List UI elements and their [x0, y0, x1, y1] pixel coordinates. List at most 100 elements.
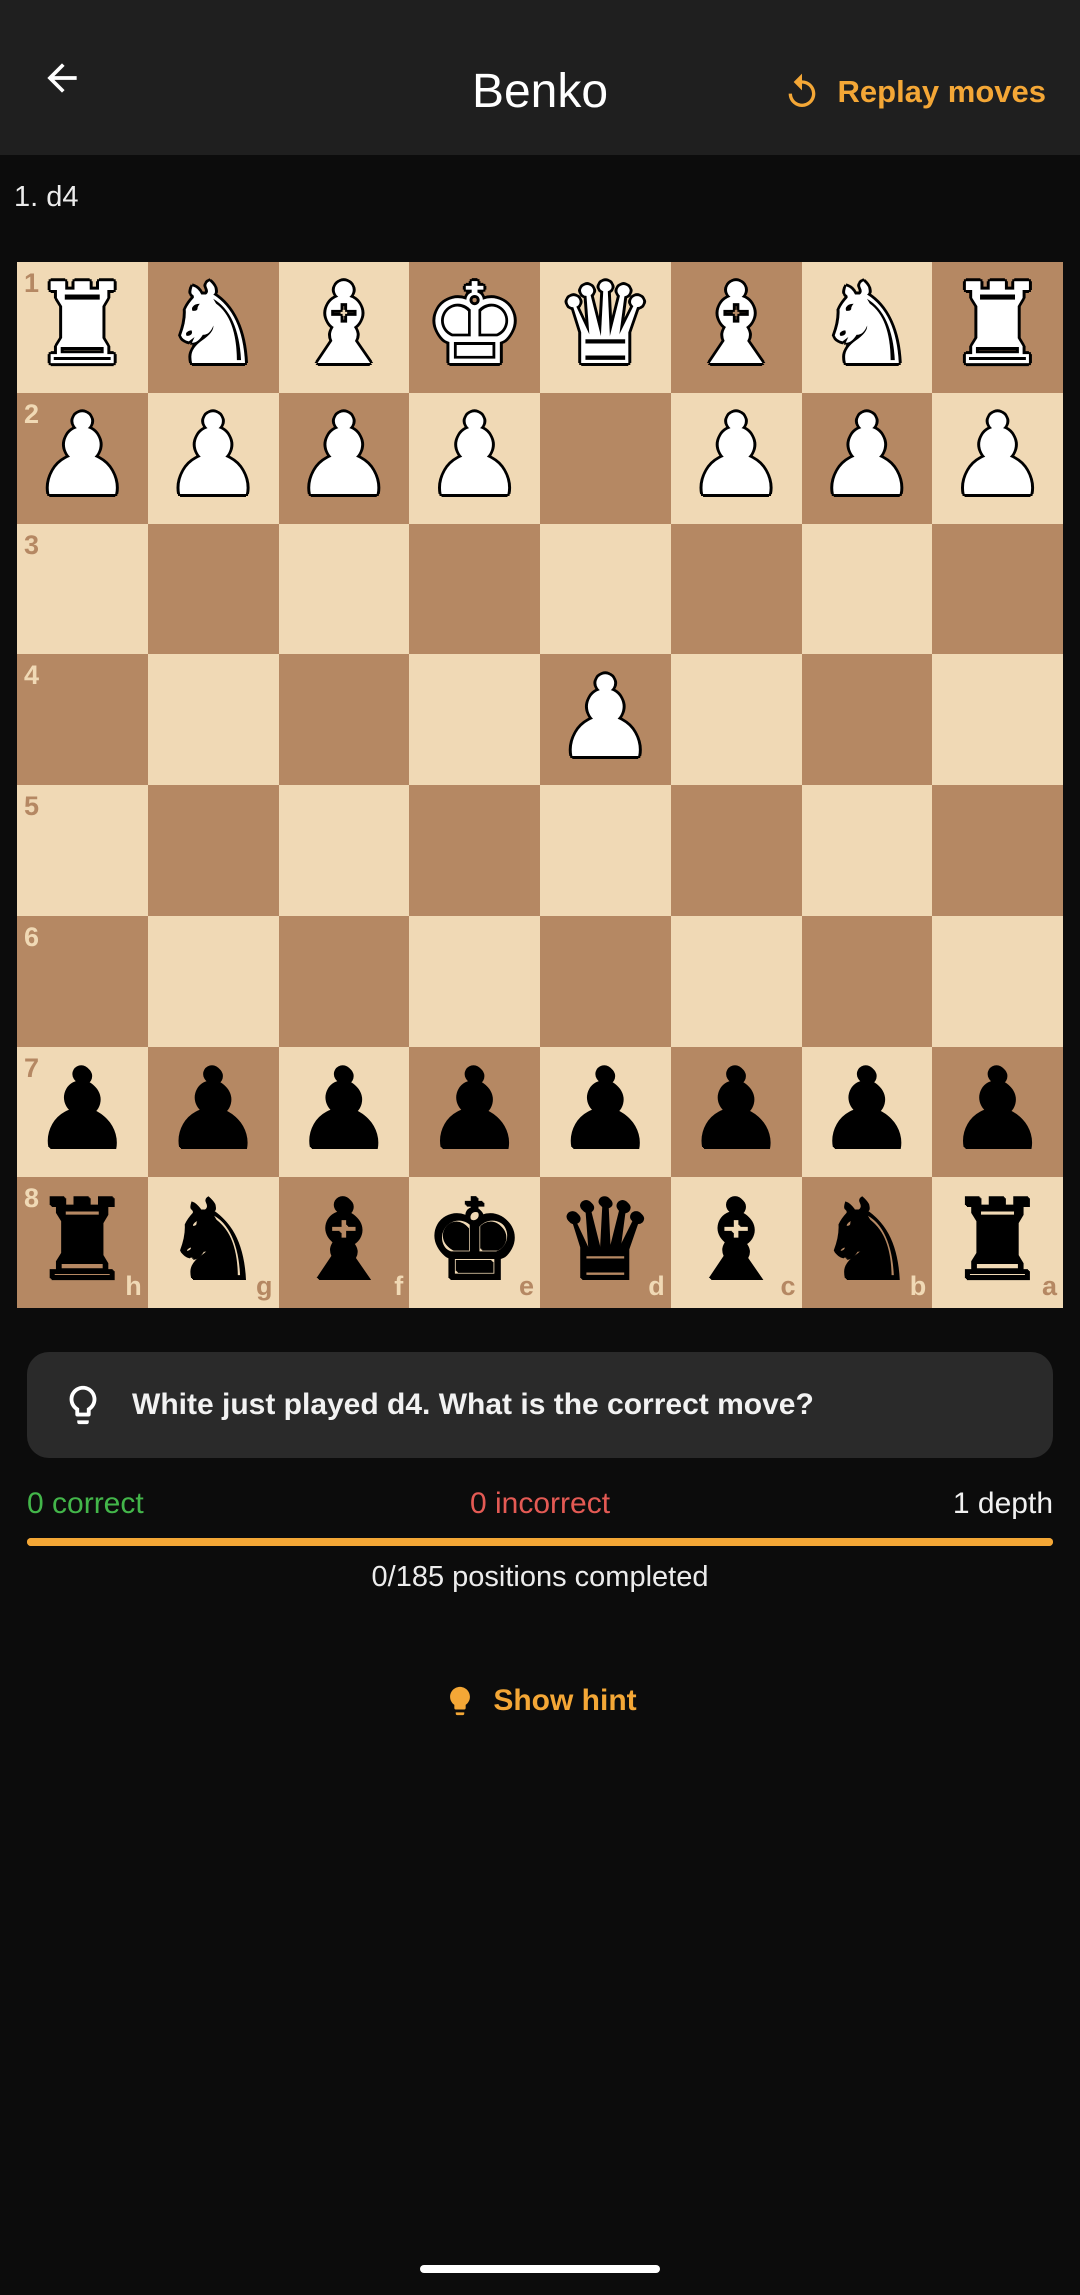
- square-d4[interactable]: ♟: [540, 654, 671, 785]
- white-pawn-piece[interactable]: ♟: [294, 400, 394, 512]
- square-b2[interactable]: ♟: [801, 392, 933, 524]
- white-king-piece[interactable]: ♚: [424, 269, 524, 381]
- black-knight-piece[interactable]: ♞: [163, 1185, 263, 1297]
- white-pawn-piece[interactable]: ♟: [817, 400, 917, 512]
- square-a7[interactable]: ♟: [932, 1046, 1063, 1178]
- square-c3[interactable]: [670, 523, 802, 655]
- square-d8[interactable]: d ♛: [540, 1177, 671, 1308]
- square-h2[interactable]: 2 ♟: [17, 392, 148, 524]
- square-f7[interactable]: ♟: [278, 1046, 410, 1178]
- square-b7[interactable]: ♟: [801, 1046, 933, 1178]
- black-queen-piece[interactable]: ♛: [555, 1185, 655, 1297]
- square-a5[interactable]: [932, 785, 1063, 916]
- square-b3[interactable]: [801, 523, 933, 655]
- square-c4[interactable]: [670, 654, 802, 785]
- square-d1[interactable]: ♛: [540, 262, 671, 393]
- square-h3[interactable]: 3: [17, 523, 148, 655]
- square-a4[interactable]: [932, 654, 1063, 785]
- show-hint-button[interactable]: Show hint: [0, 1677, 1080, 1725]
- square-c6[interactable]: [670, 915, 802, 1047]
- black-king-piece[interactable]: ♚: [424, 1185, 524, 1297]
- square-e7[interactable]: ♟: [409, 1046, 540, 1178]
- white-pawn-piece[interactable]: ♟: [686, 400, 786, 512]
- square-g2[interactable]: ♟: [147, 392, 279, 524]
- square-h6[interactable]: 6: [17, 915, 148, 1047]
- black-pawn-piece[interactable]: ♟: [686, 1054, 786, 1166]
- square-c8[interactable]: c ♝: [670, 1177, 802, 1308]
- square-f4[interactable]: [278, 654, 410, 785]
- square-g7[interactable]: ♟: [147, 1046, 279, 1178]
- square-f3[interactable]: [278, 523, 410, 655]
- square-c1[interactable]: ♝: [670, 262, 802, 393]
- move-list: 1. d4: [14, 181, 79, 213]
- square-e6[interactable]: [409, 915, 540, 1047]
- square-b5[interactable]: [801, 785, 933, 916]
- square-d3[interactable]: [540, 523, 671, 655]
- square-a1[interactable]: ♜: [932, 262, 1063, 393]
- square-g6[interactable]: [147, 915, 279, 1047]
- white-rook-piece[interactable]: ♜: [947, 269, 1047, 381]
- square-h8[interactable]: 8 h ♜: [17, 1177, 148, 1308]
- square-e2[interactable]: ♟: [409, 392, 540, 524]
- black-pawn-piece[interactable]: ♟: [294, 1054, 394, 1166]
- square-b6[interactable]: [801, 915, 933, 1047]
- square-g1[interactable]: ♞: [147, 262, 279, 393]
- square-g8[interactable]: g ♞: [147, 1177, 279, 1308]
- chess-board[interactable]: 1 ♜ ♞ ♝ ♚ ♛ ♝ ♞ ♜ 2 ♟ ♟ ♟ ♟ ♟ ♟ ♟ 3 4 ♟ 5 6 7 ♟ ♟ ♟ ♟ ♟ ♟ ♟ ♟ 8 h ♜ g ♞ f ♝ e ♚…: [17, 262, 1063, 1308]
- square-h5[interactable]: 5: [17, 785, 148, 916]
- white-pawn-piece[interactable]: ♟: [424, 400, 524, 512]
- square-h7[interactable]: 7 ♟: [17, 1046, 148, 1178]
- square-a6[interactable]: [932, 915, 1063, 1047]
- square-c2[interactable]: ♟: [670, 392, 802, 524]
- white-queen-piece[interactable]: ♛: [555, 269, 655, 381]
- square-e1[interactable]: ♚: [409, 262, 540, 393]
- black-pawn-piece[interactable]: ♟: [424, 1054, 524, 1166]
- square-d6[interactable]: [540, 915, 671, 1047]
- square-c5[interactable]: [670, 785, 802, 916]
- square-f8[interactable]: f ♝: [278, 1177, 410, 1308]
- square-g3[interactable]: [147, 523, 279, 655]
- square-d2[interactable]: [540, 392, 671, 524]
- square-b8[interactable]: b ♞: [801, 1177, 933, 1308]
- square-a2[interactable]: ♟: [932, 392, 1063, 524]
- white-bishop-piece[interactable]: ♝: [294, 269, 394, 381]
- square-a8[interactable]: a ♜: [932, 1177, 1063, 1308]
- white-pawn-piece[interactable]: ♟: [32, 400, 132, 512]
- square-f2[interactable]: ♟: [278, 392, 410, 524]
- square-c7[interactable]: ♟: [670, 1046, 802, 1178]
- black-pawn-piece[interactable]: ♟: [817, 1054, 917, 1166]
- white-knight-piece[interactable]: ♞: [817, 269, 917, 381]
- black-pawn-piece[interactable]: ♟: [555, 1054, 655, 1166]
- replay-moves-button[interactable]: Replay moves: [782, 64, 1046, 120]
- square-f6[interactable]: [278, 915, 410, 1047]
- square-f1[interactable]: ♝: [278, 262, 410, 393]
- square-g4[interactable]: [147, 654, 279, 785]
- black-pawn-piece[interactable]: ♟: [32, 1054, 132, 1166]
- black-pawn-piece[interactable]: ♟: [947, 1054, 1047, 1166]
- square-e3[interactable]: [409, 523, 540, 655]
- white-pawn-piece[interactable]: ♟: [163, 400, 263, 512]
- white-rook-piece[interactable]: ♜: [32, 269, 132, 381]
- white-pawn-piece[interactable]: ♟: [555, 662, 655, 774]
- square-d7[interactable]: ♟: [540, 1046, 671, 1178]
- black-bishop-piece[interactable]: ♝: [294, 1185, 394, 1297]
- black-knight-piece[interactable]: ♞: [817, 1185, 917, 1297]
- square-b4[interactable]: [801, 654, 933, 785]
- black-rook-piece[interactable]: ♜: [947, 1185, 1047, 1297]
- square-b1[interactable]: ♞: [801, 262, 933, 393]
- square-h4[interactable]: 4: [17, 654, 148, 785]
- white-knight-piece[interactable]: ♞: [163, 269, 263, 381]
- white-pawn-piece[interactable]: ♟: [947, 400, 1047, 512]
- square-h1[interactable]: 1 ♜: [17, 262, 148, 393]
- square-e5[interactable]: [409, 785, 540, 916]
- square-a3[interactable]: [932, 523, 1063, 655]
- square-e8[interactable]: e ♚: [409, 1177, 540, 1308]
- square-f5[interactable]: [278, 785, 410, 916]
- square-g5[interactable]: [147, 785, 279, 916]
- white-bishop-piece[interactable]: ♝: [686, 269, 786, 381]
- black-bishop-piece[interactable]: ♝: [686, 1185, 786, 1297]
- black-rook-piece[interactable]: ♜: [32, 1185, 132, 1297]
- square-d5[interactable]: [540, 785, 671, 916]
- black-pawn-piece[interactable]: ♟: [163, 1054, 263, 1166]
- square-e4[interactable]: [409, 654, 540, 785]
